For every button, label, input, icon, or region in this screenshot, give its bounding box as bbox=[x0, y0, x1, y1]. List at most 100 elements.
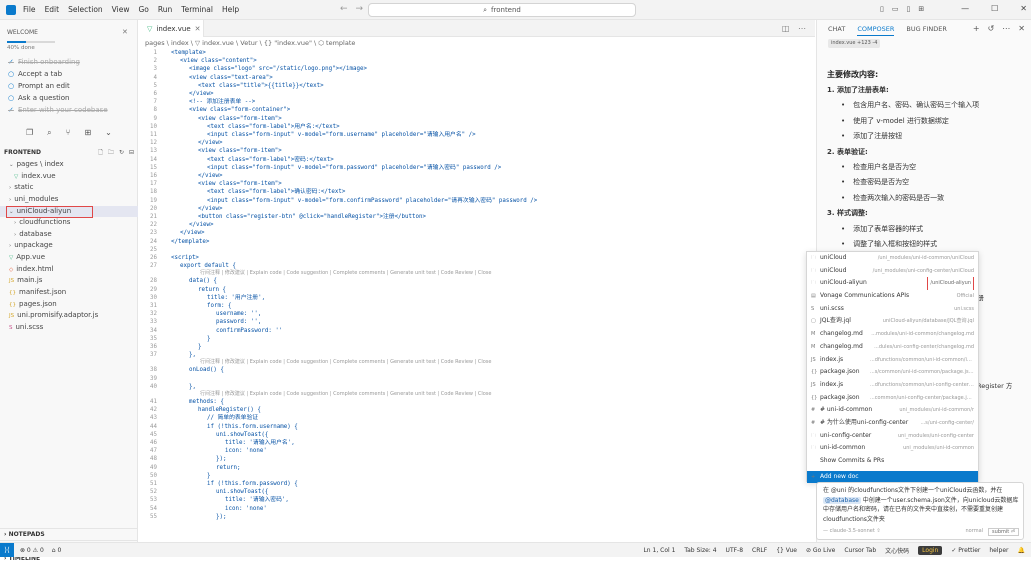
secondary-sidebar-icon[interactable]: ▯ bbox=[906, 5, 910, 13]
code-line[interactable]: 9 <view class="form-item"> bbox=[139, 115, 815, 123]
status-item[interactable]: ✓ Prettier bbox=[951, 547, 980, 554]
mention-item[interactable]: ▤ Vonage Communications APIs Official bbox=[807, 290, 978, 303]
close-panel-icon[interactable]: ✕ bbox=[1018, 24, 1025, 33]
files-icon[interactable]: ❐ bbox=[26, 128, 33, 138]
status-item[interactable]: CRLF bbox=[752, 547, 767, 554]
code-line[interactable]: 25 bbox=[139, 246, 815, 254]
codelens-actions[interactable]: 行间注释 | 修改建议 | Explain code | Code sugges… bbox=[200, 270, 491, 277]
minimize-icon[interactable]: — bbox=[961, 4, 969, 13]
code-line[interactable]: 10 <text class="form-label">用户名:</text> bbox=[139, 123, 815, 131]
panel-actions[interactable]: + ↺ ⋯ ✕ bbox=[973, 24, 1025, 33]
mention-item[interactable]: Mchangelog.md ...dules/uni-config-center/… bbox=[807, 341, 978, 354]
code-line[interactable]: 24 </template> bbox=[139, 238, 815, 246]
status-item[interactable]: Cursor Tab bbox=[844, 547, 876, 554]
status-item[interactable]: UTF-8 bbox=[726, 547, 744, 554]
code-line[interactable]: 47 icon: 'none' bbox=[139, 447, 815, 455]
mention-item[interactable]: # # 为什么使用uni-config-center ...s/uni-config… bbox=[807, 417, 978, 430]
tree-item-uni-promisify-adaptor-js[interactable]: JS uni.promisify.adaptor.js bbox=[0, 310, 138, 322]
code-line[interactable]: 19 <input class="form-input" v-model="for… bbox=[139, 197, 815, 205]
code-line[interactable]: 39 bbox=[139, 375, 815, 383]
code-line[interactable]: 54 icon: 'none' bbox=[139, 505, 815, 513]
status-item[interactable]: helper bbox=[989, 547, 1008, 554]
status-item[interactable]: {} Vue bbox=[776, 547, 797, 554]
status-item[interactable]: ⊘ Go Live bbox=[806, 547, 835, 554]
code-line[interactable]: 36} bbox=[139, 343, 815, 351]
status-item[interactable]: Tab Size: 4 bbox=[684, 547, 716, 554]
code-line[interactable]: 29 return { bbox=[139, 286, 815, 294]
tree-item-pages-json[interactable]: {} pages.json bbox=[0, 299, 138, 311]
menu-item-file[interactable]: File bbox=[23, 5, 36, 14]
code-line[interactable]: 48}); bbox=[139, 455, 815, 463]
code-editor[interactable]: 1 <template> 2 <view class="content"> 3 <imag… bbox=[139, 49, 815, 541]
code-line[interactable]: 55}); bbox=[139, 513, 815, 521]
code-line[interactable]: 2 <view class="content"> bbox=[139, 57, 815, 65]
extensions-icon[interactable]: ⊞ bbox=[84, 128, 91, 138]
mention-item[interactable]: Suni.scss uni.scss bbox=[807, 303, 978, 316]
close-icon[interactable]: ✕ bbox=[122, 28, 128, 36]
panel-toggle-icon[interactable]: ▭ bbox=[892, 5, 899, 13]
mode-label[interactable]: normal bbox=[966, 528, 984, 536]
code-line[interactable]: 43 // 简单的表单验证 bbox=[139, 414, 815, 422]
mention-item[interactable]: {} package.json ...s/common/uni-id-common/… bbox=[807, 366, 978, 379]
sidebar-view-icons[interactable]: ❐ ⌕ ⑂ ⊞ ⌄ bbox=[26, 128, 112, 138]
tree-item-manifest-json[interactable]: {} manifest.json bbox=[0, 287, 138, 299]
history-icon[interactable]: ↺ bbox=[988, 24, 995, 33]
onboarding-step[interactable]: ○ Accept a tab bbox=[8, 68, 108, 80]
tab-bug-finder[interactable]: BUG FINDER bbox=[906, 25, 946, 36]
chevron-down-icon[interactable]: ⌄ bbox=[105, 128, 112, 138]
onboarding-step[interactable]: ✓ Finish onboarding bbox=[8, 56, 108, 68]
code-line[interactable]: 21 <button class="register-btn" @click="h… bbox=[139, 213, 815, 221]
new-file-icon[interactable]: 🗋 bbox=[98, 147, 103, 158]
code-line[interactable]: 1 <template> bbox=[139, 49, 815, 57]
section-notepads[interactable]: › NOTEPADS bbox=[0, 528, 138, 540]
code-line[interactable]: 20 </view> bbox=[139, 205, 815, 213]
status-item[interactable]: 文心快码 bbox=[885, 546, 909, 555]
tab-chat[interactable]: CHAT bbox=[828, 25, 845, 36]
add-icon[interactable]: + bbox=[973, 24, 980, 33]
mention-item[interactable]: {} package.json ...common/uni-config-cente… bbox=[807, 392, 978, 405]
more-icon[interactable]: ⋯ bbox=[1002, 24, 1010, 33]
tab-index-vue[interactable]: ▽ index.vue ✕ bbox=[139, 20, 204, 37]
tree-item-pages-index[interactable]: ⌄ pages \ index bbox=[0, 159, 138, 171]
refresh-icon[interactable]: ↻ bbox=[119, 147, 124, 158]
code-line[interactable]: 49 return; bbox=[139, 464, 815, 472]
mention-chip[interactable]: @database bbox=[823, 496, 861, 504]
mention-item[interactable]: 🗀 uniCloud-aliyun/uniCloud-aliyun bbox=[807, 277, 978, 291]
mention-item[interactable]: 🗀 uniCloud/uni_modules/uni-config-center/… bbox=[807, 265, 978, 278]
submit-button[interactable]: submit ⏎ bbox=[988, 528, 1019, 536]
codelens-actions[interactable]: 行间注释 | 修改建议 | Explain code | Code sugges… bbox=[200, 359, 491, 366]
code-line[interactable]: 44 if (!this.form.username) { bbox=[139, 423, 815, 431]
status-item[interactable]: Login bbox=[918, 545, 943, 555]
code-line[interactable]: 28 data() { bbox=[139, 277, 815, 285]
menu-item-selection[interactable]: Selection bbox=[68, 5, 103, 14]
code-line[interactable]: 7 <!-- 添加注册表单 --> bbox=[139, 98, 815, 106]
changed-file-chip[interactable]: index.vue +123 -4 bbox=[828, 39, 881, 48]
mention-item[interactable]: JS index.js ...dfunctions/common/uni-confi… bbox=[807, 379, 978, 392]
menu-item-terminal[interactable]: Terminal bbox=[181, 5, 213, 14]
tree-item-unpackage[interactable]: › unpackage bbox=[0, 240, 138, 252]
code-line[interactable]: 51 if (!this.form.password) { bbox=[139, 480, 815, 488]
code-line[interactable]: 12 </view> bbox=[139, 139, 815, 147]
code-line[interactable]: 18 <text class="form-label">确认密码:</text> bbox=[139, 188, 815, 196]
mention-item[interactable]: 🗀 uniCloud/uni_modules/uni-id-common/uniC… bbox=[807, 252, 978, 265]
nav-arrows-icon[interactable]: ←→ bbox=[340, 4, 371, 14]
window-controls[interactable]: — ☐ ✕ bbox=[961, 4, 1027, 13]
code-line[interactable]: 16 </view> bbox=[139, 172, 815, 180]
code-line[interactable]: 11 <input class="form-input" v-model="for… bbox=[139, 131, 815, 139]
code-line[interactable]: 40}, bbox=[139, 383, 815, 391]
code-line[interactable]: 45 uni.showToast({ bbox=[139, 431, 815, 439]
layout-icon[interactable]: ⊞ bbox=[918, 5, 924, 13]
mention-item[interactable]: ▢ JQL查询.jql uniCloud-aliyun/database/JQL查询… bbox=[807, 315, 978, 328]
mention-item[interactable]: Show Commits & PRs bbox=[807, 455, 978, 468]
code-line[interactable]: 52 uni.showToast({ bbox=[139, 488, 815, 496]
status-item[interactable]: Ln 1, Col 1 bbox=[643, 547, 675, 554]
tree-item-uni-modules[interactable]: › uni_modules bbox=[0, 194, 138, 206]
code-line[interactable]: 42 handleRegister() { bbox=[139, 406, 815, 414]
code-line[interactable]: 3 <image class="logo" src="/static/logo.p… bbox=[139, 65, 815, 73]
code-line[interactable]: 31 form: { bbox=[139, 302, 815, 310]
explorer-root[interactable]: FRONTEND 🗋 🗀 ↻ ⊟ bbox=[0, 147, 138, 158]
code-line[interactable]: 33 password: '', bbox=[139, 318, 815, 326]
code-line[interactable]: 14 <text class="form-label">密码:</text> bbox=[139, 156, 815, 164]
code-line[interactable]: 26 <script> bbox=[139, 254, 815, 262]
collapse-icon[interactable]: ⊟ bbox=[129, 147, 134, 158]
